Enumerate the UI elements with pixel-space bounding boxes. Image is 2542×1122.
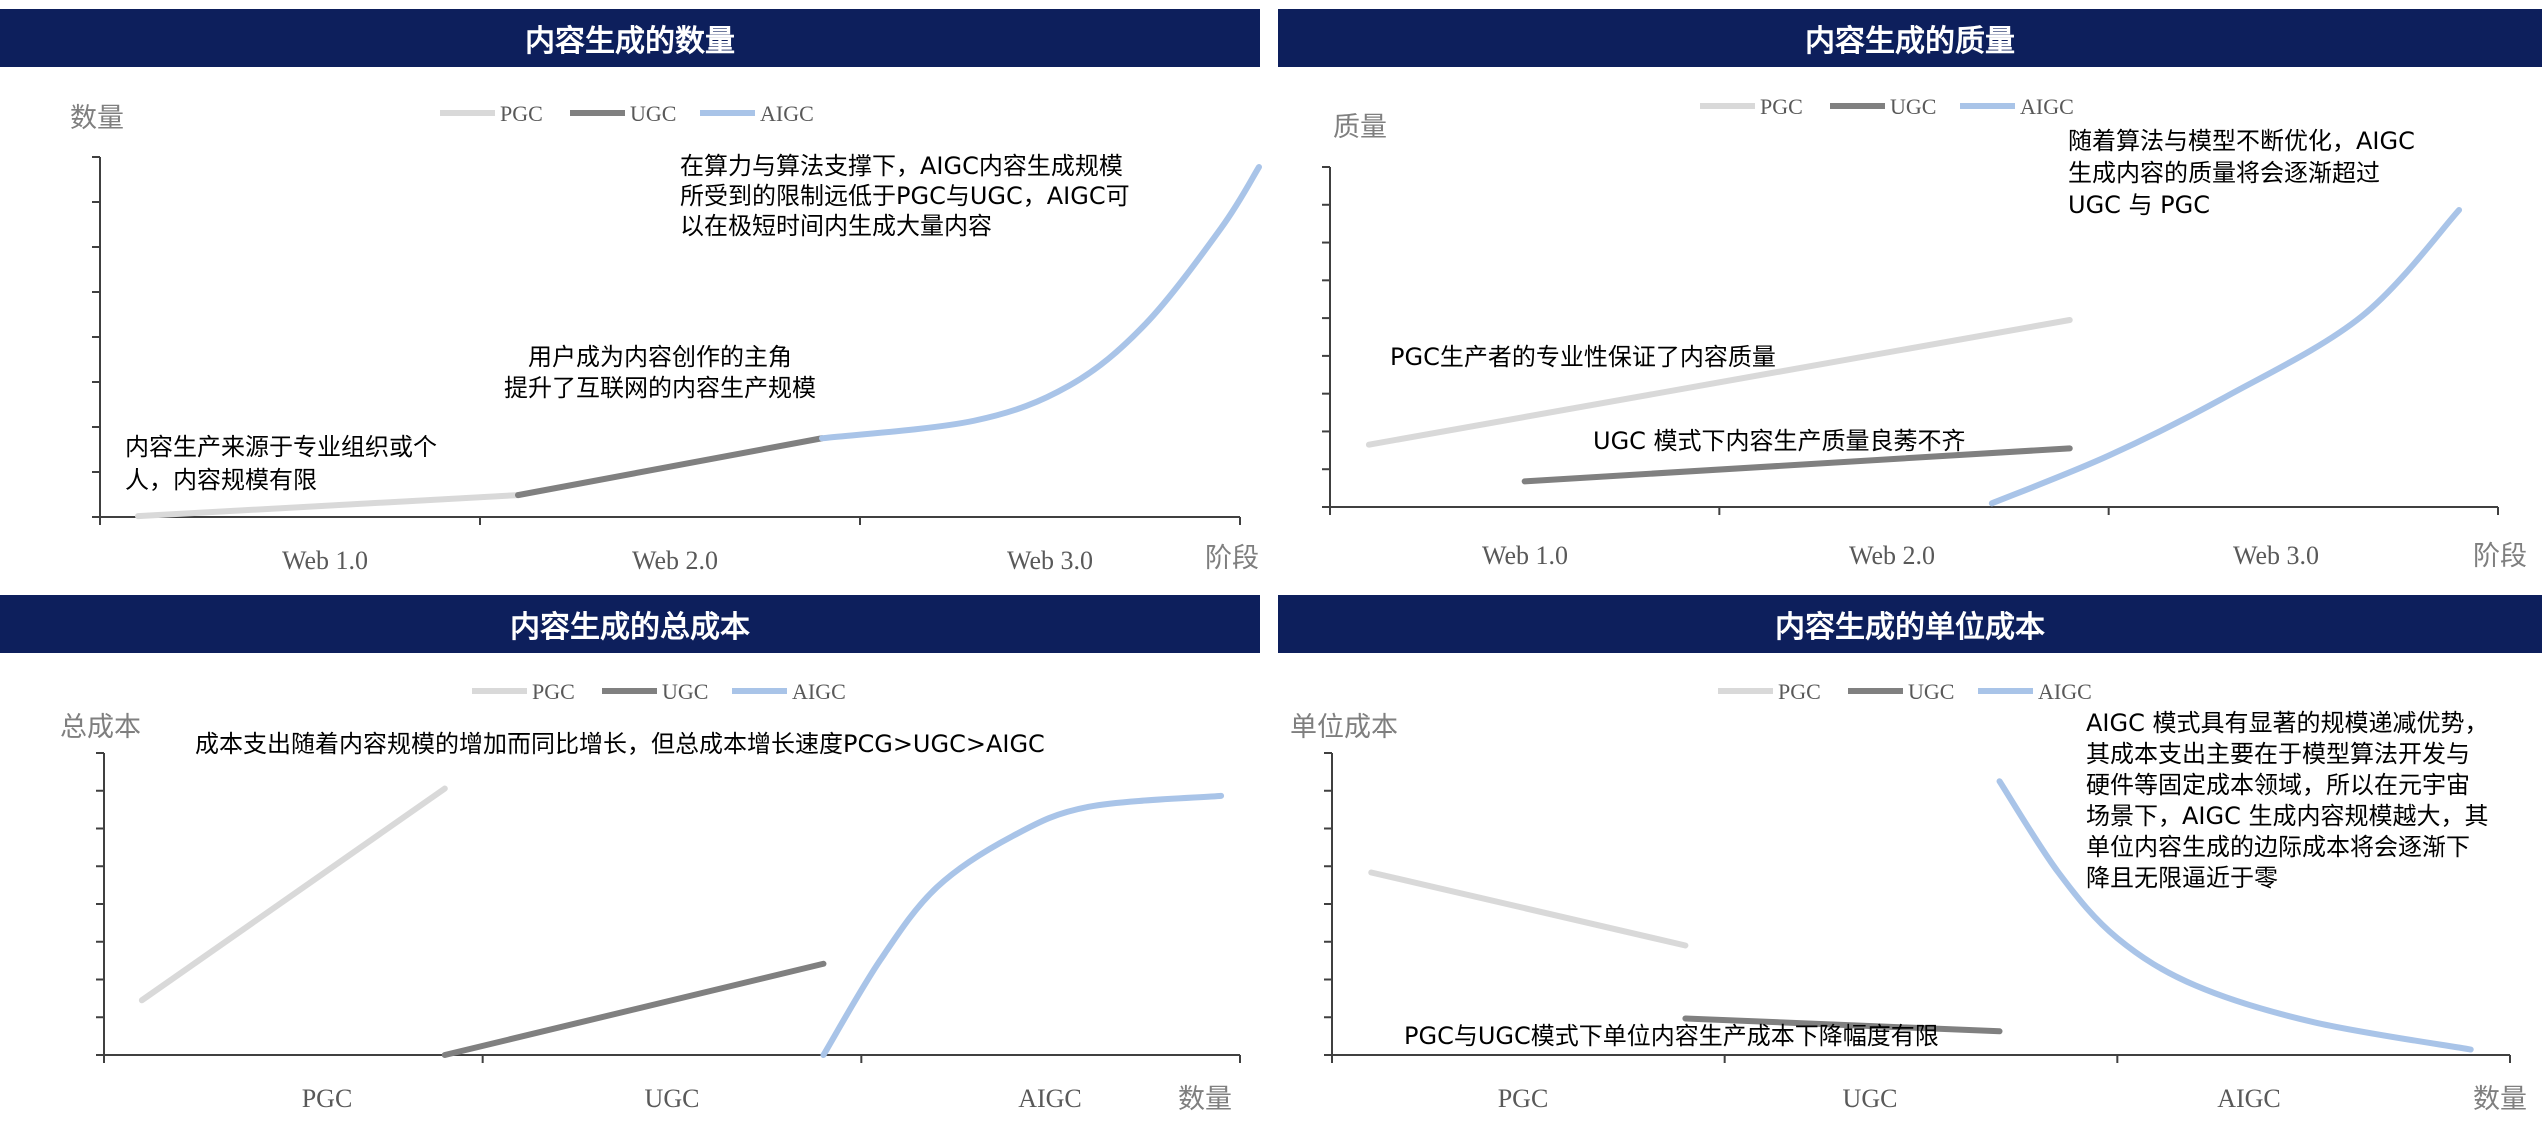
legend-label-ugc: UGC [630, 101, 676, 126]
panel-title: 内容生成的质量 [1278, 9, 2542, 67]
x-axis-title: 阶段 [1205, 543, 1259, 574]
annotation-text: 随着算法与模型不断优化，AIGC [2068, 127, 2415, 155]
total-cost-chart: PGC UGC AIGC 总成本数量 PGC UGC AIGC 成本支出随着内容规模的增加而同… [60, 679, 1241, 1115]
x-tick-label: Web 3.0 [1007, 546, 1093, 575]
legend-label-aigc: AIGC [2020, 94, 2074, 119]
x-tick-label: Web 3.0 [2233, 541, 2319, 570]
total-cost-panel: 内容生成的总成本 PGC UGC AIGC 总成本数量 PGC UGC AIGC 成本支出随着… [0, 595, 1260, 1122]
annotation-text: 其成本支出主要在于模型算法开发与 [2086, 740, 2470, 768]
panel-title: 内容生成的数量 [0, 9, 1260, 67]
x-tick-label: Web 2.0 [1849, 541, 1935, 570]
unit-cost-chart: PGC UGC AIGC 单位成本数量 PGC UGC AIGC AIGC 模式具有显著的规模… [1290, 679, 2527, 1115]
quantity-panel: 内容生成的数量 PGC UGC AIGC 数量阶段 Web 1.0 Web 2.0 Web … [0, 9, 1262, 579]
series-line-aigc [1988, 207, 2463, 507]
annotation-text: 在算力与算法支撑下，AIGC内容生成规模 [680, 152, 1123, 180]
legend-label-aigc: AIGC [792, 679, 846, 704]
annotation-text: 用户成为内容创作的主角 [528, 343, 792, 371]
x-tick-label: AIGC [1018, 1084, 1082, 1113]
legend-label-ugc: UGC [1908, 679, 1954, 704]
x-axis-title: 数量 [1178, 1084, 1232, 1115]
annotation-text: 单位内容生成的边际成本将会逐渐下 [2086, 833, 2470, 861]
legend-label-pgc: PGC [1778, 679, 1821, 704]
annotation-text: 硬件等固定成本领域，所以在元宇宙 [2086, 771, 2470, 799]
legend-label-pgc: PGC [532, 679, 575, 704]
panel-title: 内容生成的单位成本 [1278, 595, 2542, 653]
x-tick-label: UGC [1843, 1084, 1898, 1113]
annotation-text: 降且无限逼近于零 [2086, 864, 2278, 892]
annotation-text: PGC与UGC模式下单位内容生产成本下降幅度有限 [1404, 1022, 1939, 1050]
series-line-pgc [138, 785, 448, 1004]
unit-cost-panel: 内容生成的单位成本 PGC UGC AIGC 单位成本数量 PGC UGC AIGC AIGC… [1278, 595, 2542, 1122]
x-tick-label: UGC [645, 1084, 700, 1113]
series-line-pgc [135, 492, 521, 520]
annotation-text: 人，内容规模有限 [125, 466, 317, 494]
y-axis-title: 单位成本 [1290, 712, 1398, 743]
x-tick-label: Web 1.0 [282, 546, 368, 575]
x-tick-label: Web 1.0 [1482, 541, 1568, 570]
x-axis-title: 阶段 [2473, 541, 2527, 572]
quality-chart: PGC UGC AIGC 质量阶段 Web 1.0 Web 2.0 Web 3.0 随着算法与… [1322, 94, 2527, 572]
annotation-text: 以在极短时间内生成大量内容 [680, 212, 992, 240]
annotation-text: 场景下，AIGC 生成内容规模越大，其 [2086, 802, 2488, 830]
annotation-text: 所受到的限制远低于PGC与UGC，AIGC可 [680, 182, 1130, 210]
y-axis-title: 质量 [1333, 112, 1387, 143]
annotation-text: 成本支出随着内容规模的增加而同比增长，但总成本增长速度PCG>UGC>AIGC [195, 730, 1045, 758]
series-line-ugc [515, 435, 825, 499]
series-line-pgc [1365, 317, 2073, 448]
series-line-pgc [1368, 869, 1689, 949]
legend-label-aigc: AIGC [2038, 679, 2092, 704]
annotation-text: UGC 与 PGC [2068, 191, 2210, 219]
legend-label-pgc: PGC [1760, 94, 1803, 119]
series-line-aigc [820, 792, 1225, 1058]
quality-panel: 内容生成的质量 PGC UGC AIGC 质量阶段 Web 1.0 Web 2.0 Web … [1278, 9, 2542, 579]
y-axis-title: 总成本 [60, 712, 141, 743]
x-tick-label: AIGC [2217, 1084, 2281, 1113]
annotation-text: 内容生产来源于专业组织或个 [125, 433, 437, 461]
legend-label-ugc: UGC [662, 679, 708, 704]
annotation-text: 生成内容的质量将会逐渐超过 [2068, 159, 2380, 187]
x-tick-label: Web 2.0 [632, 546, 718, 575]
x-axis-title: 数量 [2473, 1084, 2527, 1115]
series-line-ugc [441, 960, 827, 1058]
y-axis-title: 数量 [70, 103, 124, 134]
legend-label-ugc: UGC [1890, 94, 1936, 119]
quantity-chart: PGC UGC AIGC 数量阶段 Web 1.0 Web 2.0 Web 3.0 在算力与算… [70, 101, 1262, 575]
x-tick-label: PGC [1498, 1084, 1549, 1113]
annotation-text: PGC生产者的专业性保证了内容质量 [1390, 343, 1776, 371]
panel-title: 内容生成的总成本 [0, 595, 1260, 653]
legend-label-pgc: PGC [500, 101, 543, 126]
annotation-text: 提升了互联网的内容生产规模 [504, 374, 816, 402]
legend-label-aigc: AIGC [760, 101, 814, 126]
annotation-text: UGC 模式下内容生产质量良莠不齐 [1593, 427, 1966, 455]
annotation-text: AIGC 模式具有显著的规模递减优势， [2086, 709, 2488, 737]
x-tick-label: PGC [302, 1084, 353, 1113]
